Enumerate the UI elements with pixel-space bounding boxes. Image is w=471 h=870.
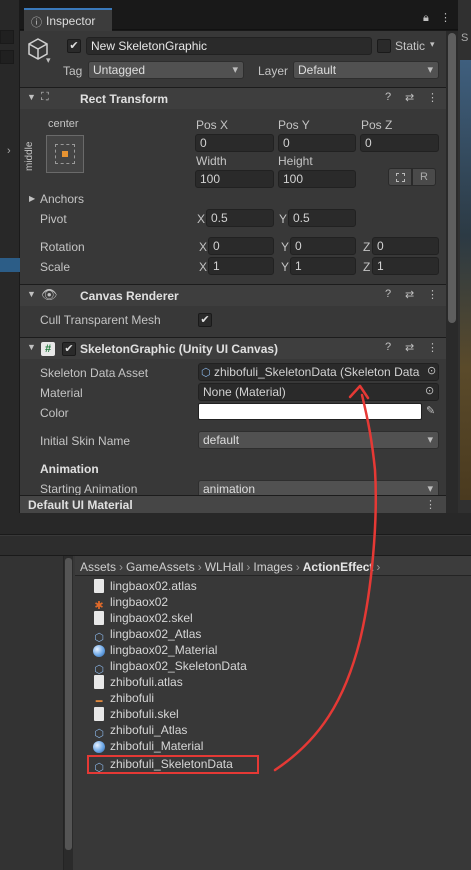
annotation-arrow [273,384,377,772]
